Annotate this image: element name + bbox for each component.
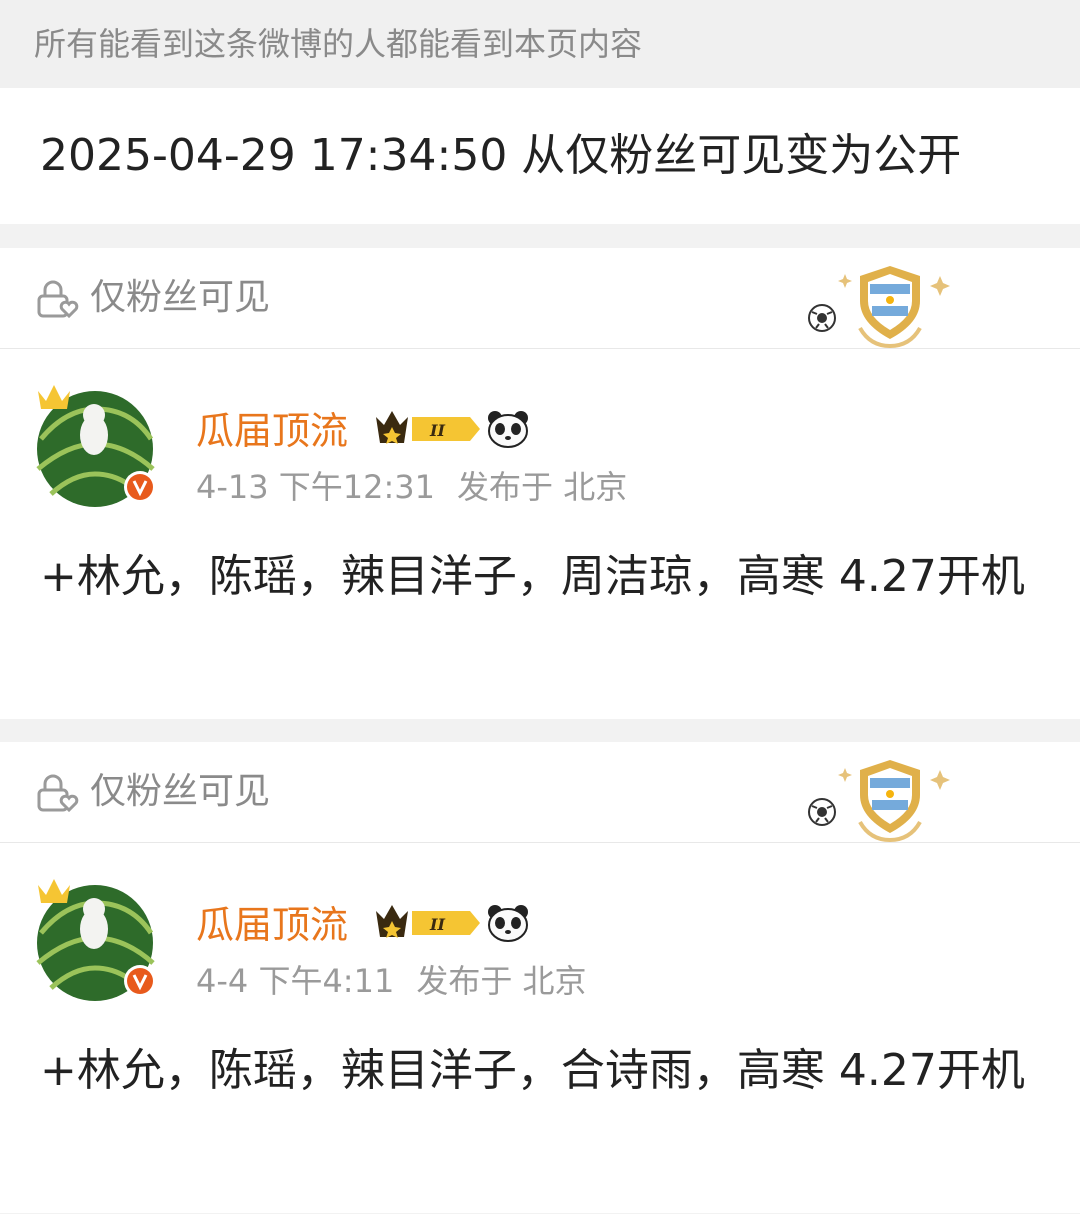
avatar[interactable]: [36, 863, 166, 1003]
visibility-notice: 所有能看到这条微博的人都能看到本页内容: [0, 0, 1080, 88]
post-card[interactable]: 仅粉丝可见: [0, 248, 1080, 719]
panda-icon: [488, 411, 528, 448]
post-card-header: 仅粉丝可见: [0, 248, 1080, 349]
argentina-shield-badge-icon: [808, 760, 950, 842]
post-time: 4-4 下午4:11: [196, 962, 395, 1000]
post-meta: 4-4 下午4:11 发布于 北京: [196, 961, 587, 1001]
visibility-label: 仅粉丝可见: [90, 277, 271, 318]
lock-heart-icon: [37, 280, 79, 318]
post-location: 发布于 北京: [416, 962, 587, 1000]
post-content[interactable]: +林允，陈瑶，辣目洋子，合诗雨，高寒 4.27开机: [40, 1039, 1040, 1103]
post-card-header: 仅粉丝可见: [0, 742, 1080, 843]
post-card-body: 瓜届顶流 II 4-4 下午4:11 发布于 北京 +林允，陈瑶，辣目洋子，合诗雨…: [0, 843, 1080, 1213]
author-name[interactable]: 瓜届顶流: [196, 407, 348, 455]
visibility-label: 仅粉丝可见: [90, 771, 271, 812]
post-location: 发布于 北京: [457, 468, 628, 506]
vip-level: II: [429, 421, 445, 440]
author-name[interactable]: 瓜届顶流: [196, 901, 348, 949]
visibility-change-log: 2025-04-29 17:34:50 从仅粉丝可见变为公开: [0, 88, 1080, 224]
post-card-body: 瓜届顶流 II 4-13 下午12:31 发布于 北京 +林允，陈瑶，辣目洋子，周…: [0, 349, 1080, 719]
post-content[interactable]: +林允，陈瑶，辣目洋子，周洁琼，高寒 4.27开机: [40, 545, 1040, 609]
avatar[interactable]: [36, 369, 166, 509]
lock-heart-icon: [37, 774, 79, 812]
vip-crown-badge-icon: II: [376, 411, 480, 444]
vip-crown-badge-icon: II: [376, 905, 480, 938]
post-time: 4-13 下午12:31: [196, 468, 436, 506]
vip-level: II: [429, 915, 445, 934]
post-card[interactable]: 仅粉丝可见: [0, 742, 1080, 1213]
weibo-history-page: 所有能看到这条微博的人都能看到本页内容 2025-04-29 17:34:50 …: [0, 0, 1080, 1214]
panda-icon: [488, 905, 528, 942]
post-meta: 4-13 下午12:31 发布于 北京: [196, 467, 627, 507]
argentina-shield-badge-icon: [808, 266, 950, 348]
